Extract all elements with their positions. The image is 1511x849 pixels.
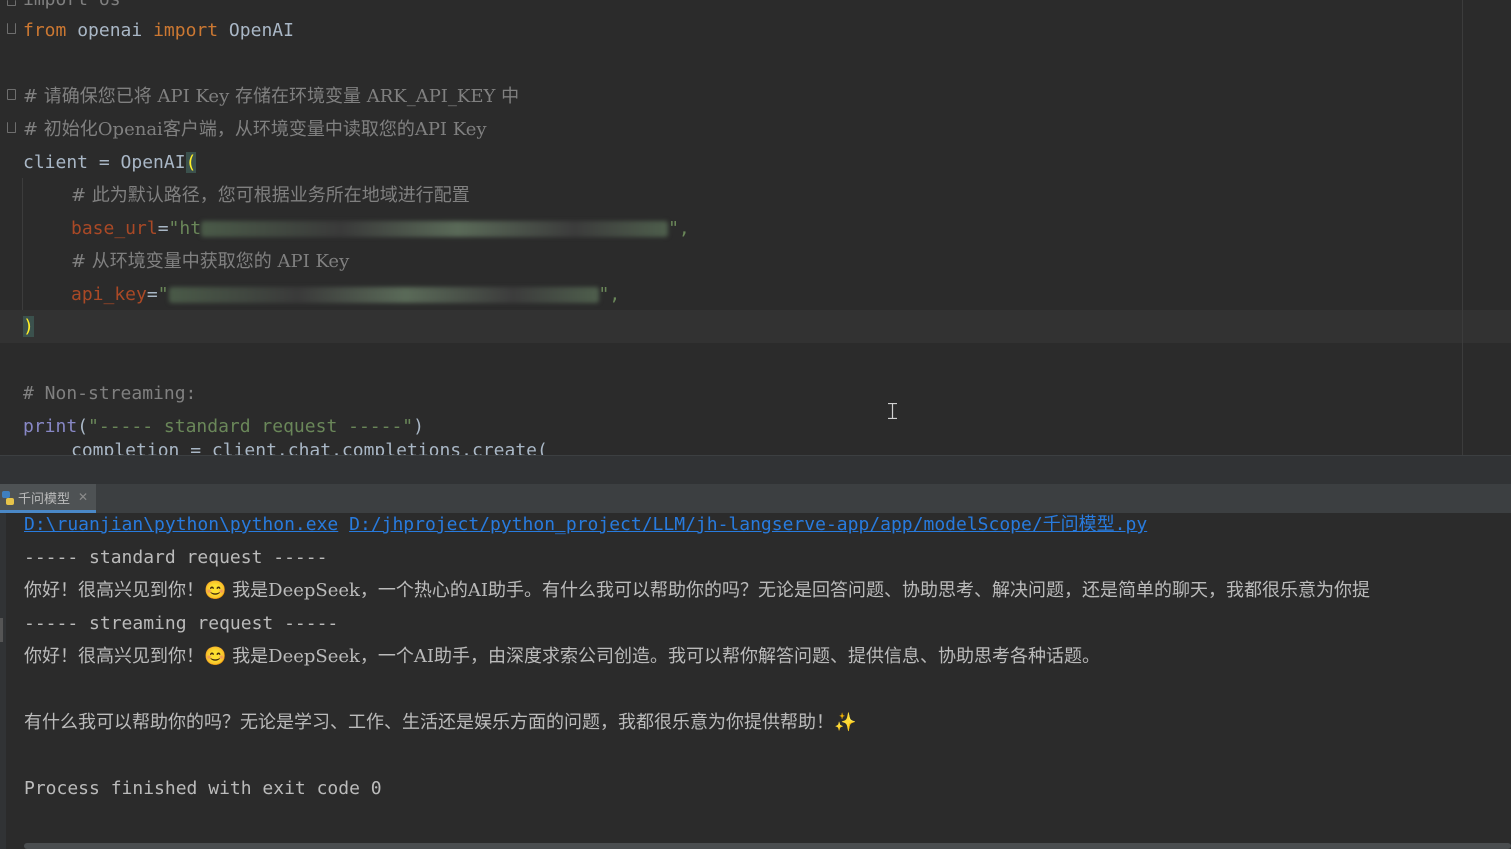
class-name: OpenAI: [218, 20, 294, 41]
client-assignment: client = OpenAI: [23, 152, 186, 173]
code-comment-default-path[interactable]: # 此为默认路径，您可根据业务所在地域进行配置: [71, 179, 470, 212]
code-comment-init-client[interactable]: # 初始化Openai客户端，从环境变量中读取您的API Key: [23, 113, 487, 146]
string-quote: ",: [668, 218, 690, 239]
comment-text: # 请确保您已将 API Key 存储在环境变量 ARK_API_KEY 中: [23, 86, 520, 107]
editor-gutter[interactable]: [0, 0, 22, 455]
console-command-line: D:\ruanjian\python\python.exe D:/jhproje…: [24, 508, 1147, 541]
string-quote: ",: [598, 284, 621, 305]
matched-brace: ): [23, 316, 34, 337]
code-line-partially-visible[interactable]: completion = client.chat.completions.cre…: [71, 440, 548, 455]
module-name: openai: [66, 20, 154, 41]
redacted-api-key: [168, 287, 599, 303]
code-line-api-key[interactable]: api_key=" ",: [71, 278, 620, 311]
code-comment-api-key-env[interactable]: # 请确保您已将 API Key 存储在环境变量 ARK_API_KEY 中: [23, 80, 519, 113]
builtin-print: print: [23, 416, 78, 437]
param-api-key: api_key: [71, 284, 147, 305]
code-line-base-url[interactable]: base_url="ht ",: [71, 212, 690, 245]
close-icon[interactable]: ✕: [78, 490, 88, 504]
code-comment-non-streaming[interactable]: # Non-streaming:: [23, 377, 196, 410]
code-line-client-assign[interactable]: client = OpenAI(: [23, 146, 197, 179]
text-cursor-icon: [888, 402, 897, 420]
fold-marker-icon[interactable]: [7, 23, 16, 34]
console-standard-response: 你好！很高兴见到你！😊 我是DeepSeek，一个热心的AI助手。有什么我可以帮…: [24, 580, 1371, 601]
redacted-url: [201, 221, 669, 237]
comment-text: # 此为默认路径，您可根据业务所在地域进行配置: [71, 185, 470, 206]
keyword-import: import: [153, 20, 219, 41]
panel-splitter[interactable]: [0, 455, 1511, 485]
param-base-url: base_url: [71, 218, 158, 239]
console-streaming-response-2: 有什么我可以帮助你的吗？无论是学习、工作、生活还是娱乐方面的问题，我都很乐意为你…: [24, 712, 857, 733]
python-icon: [2, 490, 14, 505]
fold-marker-icon[interactable]: [7, 122, 16, 133]
code-comment-get-api-key[interactable]: # 从环境变量中获取您的 API Key: [71, 245, 349, 278]
indent-guide: [22, 178, 23, 310]
code-line-close-paren[interactable]: ): [23, 310, 34, 343]
comment-text: # 从环境变量中获取您的 API Key: [71, 251, 350, 272]
string-base-url: "ht: [168, 218, 202, 239]
paren: ): [413, 416, 424, 437]
keyword-from: from: [23, 20, 67, 41]
string-literal: "----- standard request -----": [88, 416, 414, 437]
matched-brace: (: [185, 152, 197, 173]
code-editor[interactable]: import os from openai import OpenAI # 请确…: [0, 0, 1511, 455]
script-path-link[interactable]: D:/jhproject/python_project/LLM/jh-langs…: [349, 514, 1147, 535]
console-exit-message: Process finished with exit code 0: [24, 778, 382, 799]
console-streaming-response-1: 你好！很高兴见到你！😊 我是DeepSeek，一个AI助手，由深度求索公司创造。…: [24, 646, 1101, 667]
code-line-print[interactable]: print("----- standard request -----"): [23, 410, 424, 443]
right-margin-guide: [1462, 0, 1463, 455]
comment-text: # 初始化Openai客户端，从环境变量中读取您的API Key: [23, 119, 487, 140]
interpreter-path-link[interactable]: D:\ruanjian\python\python.exe: [24, 514, 338, 535]
equals-sign: =: [157, 218, 169, 239]
equals-sign: =: [146, 284, 158, 305]
code-line-import-openai[interactable]: from openai import OpenAI: [23, 14, 294, 47]
current-line-highlight: [0, 310, 1511, 343]
console-marker: [0, 618, 3, 642]
fold-marker-icon[interactable]: [7, 0, 16, 6]
run-tab-label: 千问模型: [18, 491, 71, 507]
run-console[interactable]: D:\ruanjian\python\python.exe D:/jhproje…: [0, 513, 1511, 849]
console-streaming-header: ----- streaming request -----: [24, 613, 339, 634]
console-standard-header: ----- standard request -----: [24, 547, 328, 568]
console-gutter: [0, 513, 6, 849]
fold-marker-icon[interactable]: [7, 89, 16, 100]
horizontal-scrollbar[interactable]: [24, 843, 1511, 849]
string-api-key: ": [157, 284, 169, 305]
paren: (: [77, 416, 89, 437]
